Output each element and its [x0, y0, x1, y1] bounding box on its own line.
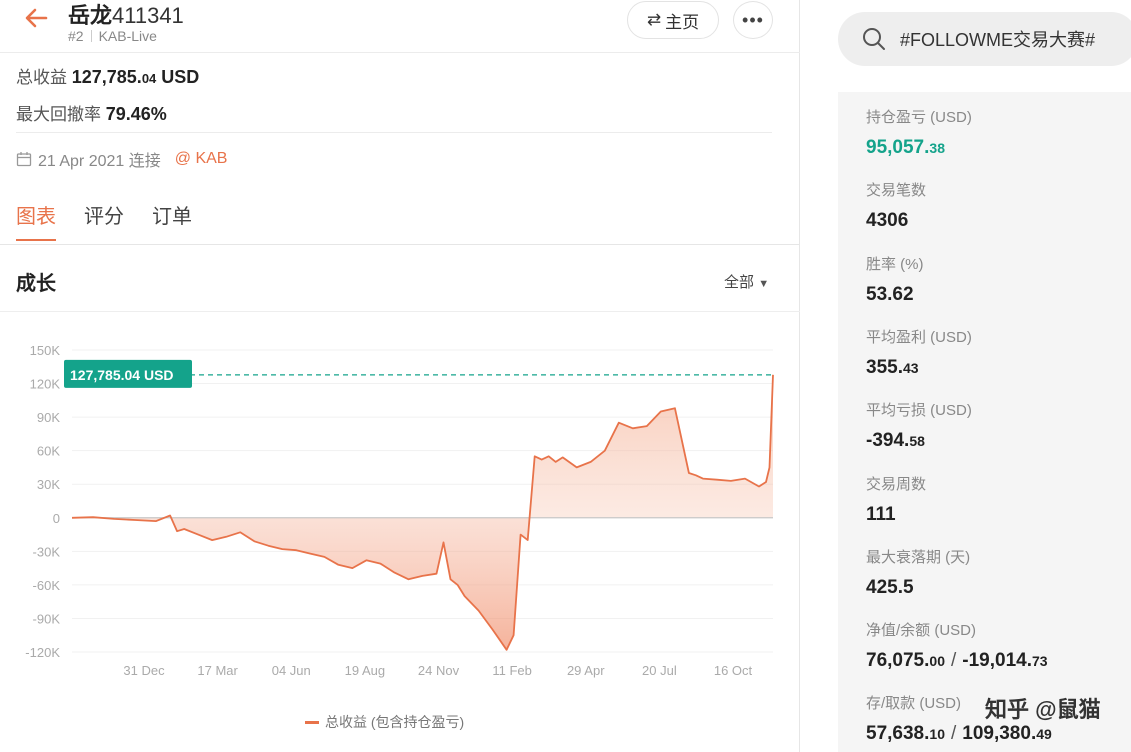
y-tick-label: 30K [37, 477, 60, 492]
stat-label: 胜率 (%) [866, 256, 924, 273]
account-type: KAB-Live [98, 28, 157, 44]
stat-label: 交易笔数 [866, 182, 927, 199]
x-tick-label: 11 Feb [492, 663, 532, 678]
divider [0, 52, 800, 53]
more-button[interactable]: ••• [733, 1, 773, 39]
stat-avg-loss: 平均亏损 (USD) -394.58 [866, 399, 972, 452]
back-arrow-icon[interactable] [22, 4, 50, 32]
stat-label: 平均亏损 (USD) [866, 402, 972, 419]
home-button-label: 主页 [665, 12, 700, 32]
trader-name: 岳龙 [68, 3, 113, 28]
total-profit-value: 127,785.04 USD [71, 67, 200, 87]
trader-title: 岳龙411341 [68, 0, 184, 30]
calendar-icon [16, 152, 32, 167]
section-title: 成长 [16, 273, 56, 295]
stat-equity-balance: 净值/余额 (USD) 76,075.00/-19,014.73 [866, 619, 1048, 672]
max-drawdown-label: 最大回撤率 [16, 105, 101, 124]
trader-detail-pane: 岳龙411341 #2 KAB-Live ⇄ 主页 ••• 总收益 127,785… [0, 0, 800, 752]
search-input[interactable]: #FOLLOWME交易大赛# [900, 26, 1095, 52]
stat-value: 57,638.10/109,380.49 [866, 723, 1052, 744]
x-tick-label: 20 Jul [642, 663, 677, 678]
x-tick-label: 19 Aug [345, 663, 386, 678]
y-tick-label: -120K [25, 645, 60, 660]
max-drawdown-value: 79.46% [105, 104, 167, 124]
stat-avg-profit: 平均盈利 (USD) 355.43 [866, 326, 972, 379]
callout-label: 127,785.04 USD [70, 367, 174, 383]
stat-value: 4306 [866, 210, 909, 231]
tab-bar: 图表 评分 订单 [16, 200, 192, 241]
y-tick-label: 120K [30, 377, 61, 392]
stat-value: 111 [866, 504, 896, 525]
connection-info: 21 Apr 2021 连接 @ KAB [16, 147, 227, 171]
swap-icon: ⇄ [646, 10, 662, 29]
stat-floating-pl: 持仓盈亏 (USD) 95,057.38 [866, 106, 972, 159]
connection-date: 21 Apr 2021 连接 [38, 153, 161, 170]
tab-orders[interactable]: 订单 [152, 200, 192, 241]
area-fill-positive [72, 374, 773, 518]
stat-value: -394.58 [866, 430, 925, 451]
legend-label: 总收益 (包含持仓盈亏) [325, 714, 465, 730]
stat-value: 76,075.00/-19,014.73 [866, 650, 1048, 671]
stat-label: 持仓盈亏 (USD) [866, 109, 972, 126]
range-select[interactable]: 全部 ▼ [724, 271, 769, 292]
x-tick-label: 16 Oct [714, 663, 753, 678]
y-tick-label: 90K [37, 410, 60, 425]
range-select-value: 全部 [724, 274, 755, 291]
stats-panel: 持仓盈亏 (USD) 95,057.38 交易笔数 4306 胜率 (%) 53… [838, 92, 1131, 752]
caret-down-icon: ▼ [758, 278, 770, 290]
search-icon [863, 28, 885, 50]
home-button[interactable]: ⇄ 主页 [627, 1, 719, 39]
total-profit: 总收益 127,785.04 USD [16, 63, 199, 88]
stat-win-rate: 胜率 (%) 53.62 [866, 253, 924, 306]
divider [0, 244, 800, 245]
stat-label: 净值/余额 (USD) [866, 622, 976, 639]
stat-label: 交易周数 [866, 476, 927, 493]
total-profit-label: 总收益 [16, 68, 67, 87]
stat-trade-count: 交易笔数 4306 [866, 179, 926, 232]
watermark: 知乎 @鼠猫 [985, 697, 1101, 722]
trader-subtitle: #2 KAB-Live [68, 28, 157, 44]
y-tick-label: -30K [33, 544, 61, 559]
trader-account-number: 411341 [112, 3, 184, 28]
y-tick-label: 0 [53, 511, 60, 526]
y-tick-label: 150K [30, 343, 61, 358]
x-tick-label: 31 Dec [123, 663, 165, 678]
stat-trading-weeks: 交易周数 111 [866, 473, 926, 526]
x-tick-label: 04 Jun [272, 663, 311, 678]
trader-rank: #2 [68, 28, 84, 44]
max-drawdown: 最大回撤率 79.46% [16, 100, 167, 125]
stat-value: 425.5 [866, 577, 914, 598]
growth-chart: 150K 120K 90K 60K 30K 0 -30K -60K -90K -120K 31 D… [25, 343, 774, 678]
chart-legend[interactable]: 总收益 (包含持仓盈亏) [305, 712, 464, 732]
y-tick-label: -60K [33, 578, 61, 593]
stat-label: 平均盈利 (USD) [866, 329, 972, 346]
stat-value: 95,057.38 [866, 137, 945, 158]
more-dots-icon: ••• [742, 9, 764, 30]
stat-max-drawdown-period: 最大衰落期 (天) 425.5 [866, 546, 970, 599]
x-tick-label: 17 Mar [197, 663, 238, 678]
y-tick-label: 60K [37, 444, 60, 459]
stat-value: 53.62 [866, 284, 914, 305]
stats-sidebar: #FOLLOWME交易大赛# 持仓盈亏 (USD) 95,057.38 交易笔数… [800, 0, 1131, 752]
broker-link[interactable]: @ KAB [175, 150, 228, 168]
stat-value: 355.43 [866, 357, 919, 378]
x-tick-label: 24 Nov [418, 663, 460, 678]
divider [16, 132, 772, 133]
stat-label: 最大衰落期 (天) [866, 549, 971, 566]
y-tick-label: -90K [33, 611, 61, 626]
tab-score[interactable]: 评分 [84, 200, 124, 241]
tab-chart[interactable]: 图表 [16, 200, 56, 241]
search-bar[interactable]: #FOLLOWME交易大赛# [838, 12, 1131, 66]
x-tick-label: 29 Apr [567, 663, 605, 678]
legend-swatch [305, 720, 319, 724]
